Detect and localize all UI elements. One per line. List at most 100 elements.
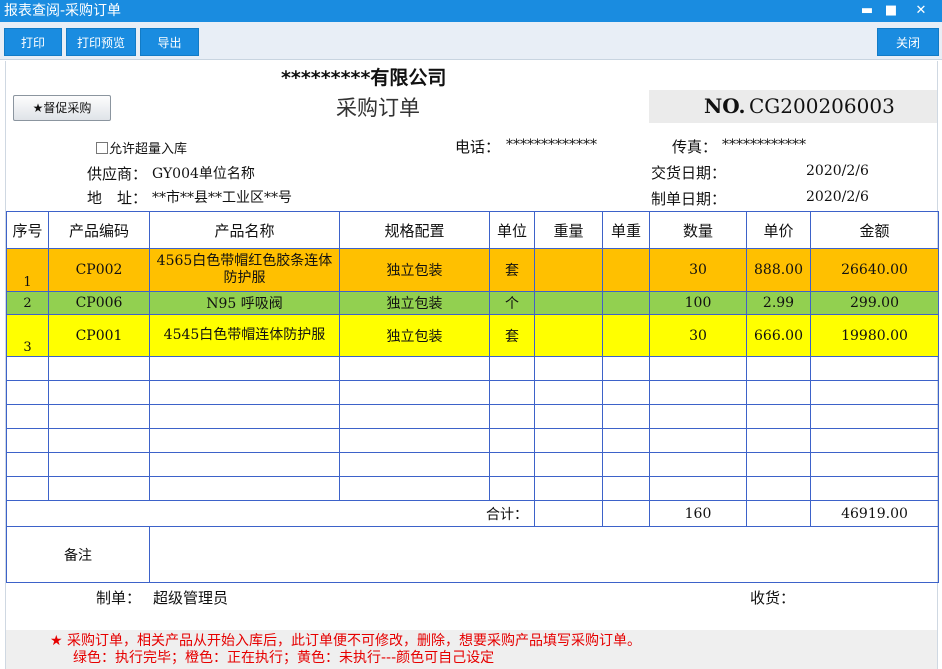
total-qty: 160 <box>649 500 747 527</box>
empty-row[interactable] <box>6 404 939 429</box>
row-code: CP001 <box>48 314 150 357</box>
col-header: 单重 <box>602 211 650 249</box>
address-value: **市**县**工业区**号 <box>152 190 292 206</box>
creator-label: 制单： <box>96 589 142 607</box>
created-date-label: 制单日期： <box>651 190 727 208</box>
creator-value: 超级管理员 <box>153 589 229 607</box>
row-price: 888.00 <box>746 248 811 292</box>
row-code: CP006 <box>48 291 150 315</box>
col-header: 数量 <box>649 211 747 249</box>
document-title: 采购订单 <box>336 96 420 120</box>
row-name: N95 呼吸阀 <box>149 291 340 315</box>
table-row[interactable]: 3 CP001 4545白色带帽连体防护服 独立包装 套 30 666.00 1… <box>6 314 939 357</box>
empty-row[interactable] <box>6 428 939 453</box>
total-price <box>746 500 811 527</box>
row-name: 4545白色带帽连体防护服 <box>149 314 340 357</box>
total-label: 合计： <box>6 500 535 527</box>
allow-over-label: 允许超量入库 <box>109 142 188 157</box>
row-weight <box>534 314 603 357</box>
print-preview-button[interactable]: 打印预览 <box>66 28 136 56</box>
row-price: 2.99 <box>746 291 811 315</box>
delivery-date-value: 2020/2/6 <box>806 163 869 179</box>
row-spec: 独立包装 <box>339 291 490 315</box>
row-weight <box>534 248 603 292</box>
row-unit-weight <box>602 291 650 315</box>
row-name: 4565白色带帽红色胶条连体防护服 <box>149 248 340 292</box>
row-spec: 独立包装 <box>339 314 490 357</box>
note-line-1: ★ 采购订单，相关产品从开始入库后，此订单便不可修改，删除，想要采购产品填写采购… <box>50 633 641 650</box>
close-button[interactable]: 关闭 <box>877 28 939 56</box>
export-button[interactable]: 导出 <box>140 28 199 56</box>
company-name: *********有限公司 <box>281 67 447 89</box>
purchase-order-document: *********有限公司 采购订单 ★督促采购 NO. CG200206003… <box>5 61 939 669</box>
row-unit: 个 <box>489 291 535 315</box>
fax-label: 传真： <box>672 138 718 156</box>
col-header: 金额 <box>810 211 939 249</box>
urge-purchase-button[interactable]: ★督促采购 <box>13 95 111 121</box>
window-titlebar: 报表查阅-采购订单 ▬ ■ ✕ <box>0 0 942 22</box>
row-amount: 26640.00 <box>810 248 939 292</box>
table-row[interactable]: 2 CP006 N95 呼吸阀 独立包装 个 100 2.99 299.00 <box>6 291 939 315</box>
row-qty: 100 <box>649 291 747 315</box>
col-header: 规格配置 <box>339 211 490 249</box>
row-qty: 30 <box>649 248 747 292</box>
phone-value: ************* <box>506 137 597 153</box>
remark-row: 备注 <box>6 526 939 583</box>
row-unit: 套 <box>489 314 535 357</box>
supplier-value: GY004单位名称 <box>152 166 255 182</box>
note-text-1: 采购订单，相关产品从开始入库后，此订单便不可修改，删除，想要采购产品填写采购订单… <box>67 633 642 649</box>
col-header: 单价 <box>746 211 811 249</box>
order-number-value: CG200206003 <box>749 94 895 118</box>
row-amount: 19980.00 <box>810 314 939 357</box>
receiver-label: 收货： <box>750 589 796 607</box>
note-line-2: 绿色：执行完毕；橙色：正在执行；黄色：未执行---颜色可自己设定 <box>73 650 495 666</box>
address-label: 地 址： <box>87 189 148 207</box>
allow-over-checkbox[interactable] <box>96 142 108 154</box>
col-header: 产品编码 <box>48 211 150 249</box>
col-header: 重量 <box>534 211 603 249</box>
row-unit-weight <box>602 248 650 292</box>
col-header: 序号 <box>6 211 49 249</box>
print-button[interactable]: 打印 <box>4 28 62 56</box>
total-amount: 46919.00 <box>810 500 939 527</box>
row-qty: 30 <box>649 314 747 357</box>
fax-value: ************ <box>722 137 806 153</box>
row-price: 666.00 <box>746 314 811 357</box>
table-row[interactable]: 1 CP002 4565白色带帽红色胶条连体防护服 独立包装 套 30 888.… <box>6 248 939 292</box>
row-code: CP002 <box>48 248 150 292</box>
allow-over-receipt[interactable]: 允许超量入库 <box>96 138 187 157</box>
empty-row[interactable] <box>6 476 939 501</box>
col-header: 单位 <box>489 211 535 249</box>
phone-label: 电话： <box>455 138 501 156</box>
row-seq: 2 <box>6 291 49 315</box>
empty-row[interactable] <box>6 380 939 405</box>
remark-field[interactable] <box>149 526 939 583</box>
row-seq: 1 <box>6 248 49 292</box>
total-row: 合计： 160 46919.00 <box>6 500 939 527</box>
minimize-icon[interactable]: ▬ <box>856 1 878 21</box>
notes-area: ★ 采购订单，相关产品从开始入库后，此订单便不可修改，删除，想要采购产品填写采购… <box>6 630 937 669</box>
supplier-label: 供应商： <box>87 165 148 183</box>
table-header: 序号 产品编码 产品名称 规格配置 单位 重量 单重 数量 单价 金额 <box>6 211 939 249</box>
created-date-value: 2020/2/6 <box>806 189 869 205</box>
empty-row[interactable] <box>6 356 939 381</box>
row-amount: 299.00 <box>810 291 939 315</box>
toolbar: 打印 打印预览 导出 关闭 <box>0 22 942 60</box>
row-spec: 独立包装 <box>339 248 490 292</box>
row-unit-weight <box>602 314 650 357</box>
order-number-box: NO. CG200206003 <box>649 90 937 123</box>
close-icon[interactable]: ✕ <box>910 1 932 21</box>
window-title: 报表查阅-采购订单 <box>4 3 122 19</box>
total-weight <box>534 500 603 527</box>
order-items-table: 序号 产品编码 产品名称 规格配置 单位 重量 单重 数量 单价 金额 1 CP… <box>6 211 939 583</box>
remark-label: 备注 <box>6 526 150 583</box>
total-unit-weight <box>602 500 650 527</box>
delivery-date-label: 交货日期： <box>651 164 727 182</box>
row-seq: 3 <box>6 314 49 357</box>
star-icon: ★ <box>50 633 63 649</box>
row-weight <box>534 291 603 315</box>
empty-row[interactable] <box>6 452 939 477</box>
maximize-icon[interactable]: ■ <box>880 1 902 21</box>
col-header: 产品名称 <box>149 211 340 249</box>
row-unit: 套 <box>489 248 535 292</box>
